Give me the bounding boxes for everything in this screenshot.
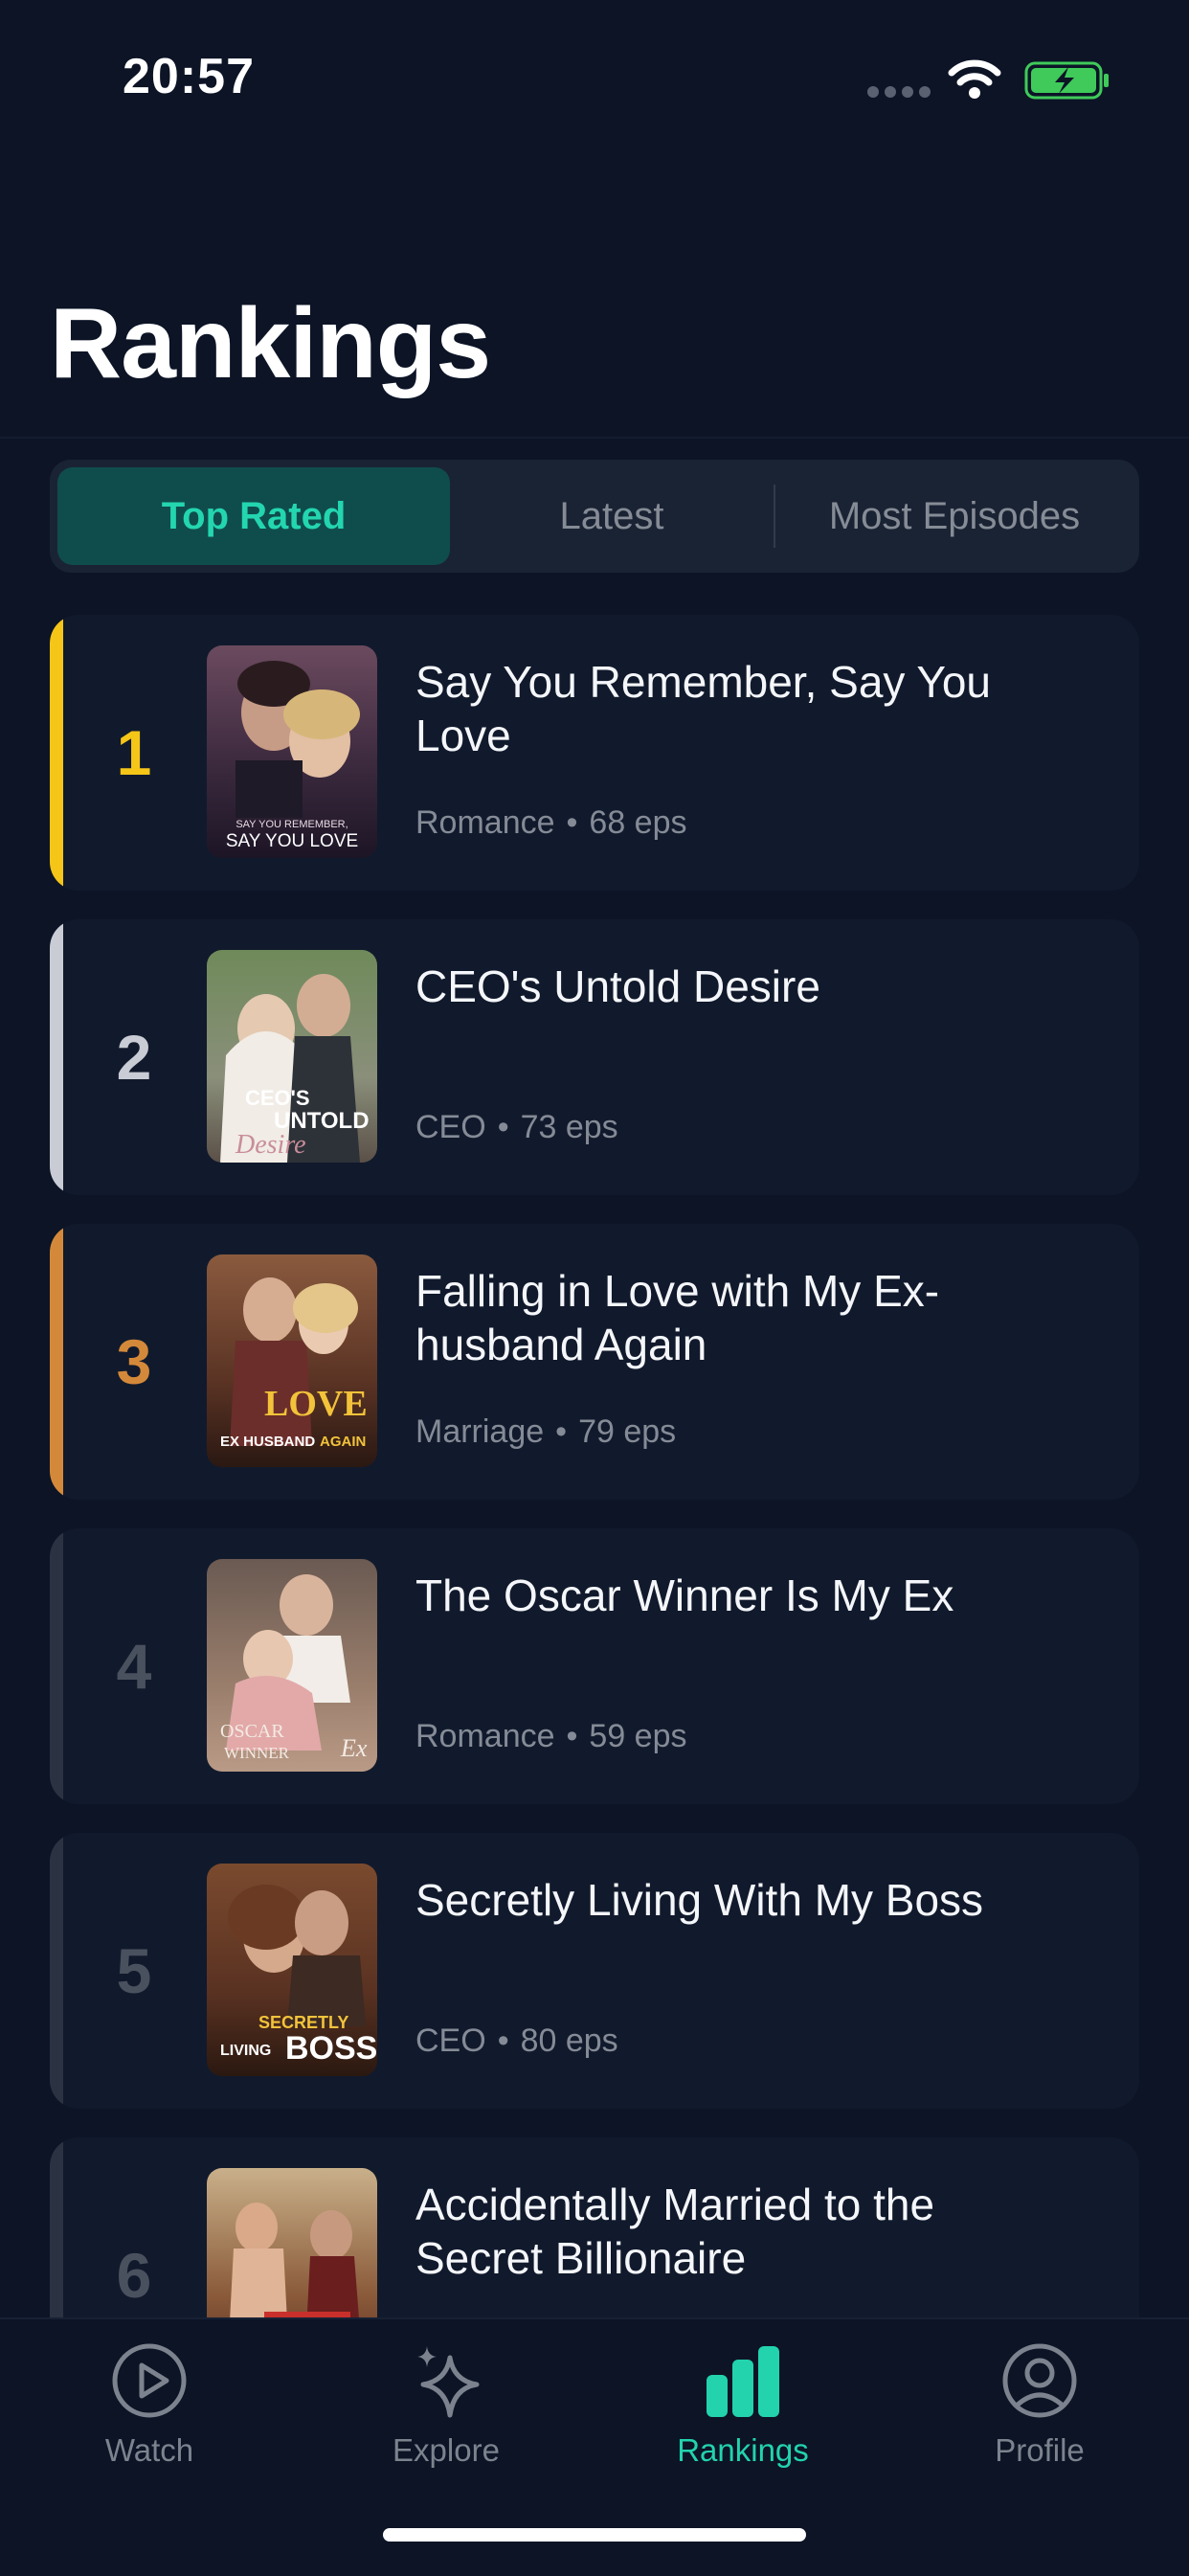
poster-thumbnail: OSCAR WINNER Ex [207,1559,377,1772]
battery-charging-icon [1024,61,1109,100]
poster-thumbnail: CEO'S UNTOLD Desire [207,950,377,1163]
drama-title: Falling in Love with My Ex-husband Again [415,1266,940,1369]
rank-accent-bar [50,615,63,891]
nav-label: Explore [393,2432,500,2468]
ranking-filter-tabs: Top Rated Latest Most Episodes [50,460,1139,573]
svg-text:Ex: Ex [340,1734,368,1762]
svg-text:BOSS: BOSS [285,2030,377,2067]
svg-text:EX HUSBAND: EX HUSBAND [220,1434,315,1450]
drama-meta: Marriage • 79 eps [415,1413,676,1451]
drama-meta: CEO • 73 eps [415,1109,618,1146]
svg-text:LIVING: LIVING [220,2043,271,2059]
episode-count: 59 eps [589,1718,687,1754]
poster-thumbnail: LOVE EX HUSBAND AGAIN [207,1254,377,1467]
cellular-signal-icon [867,86,931,98]
svg-text:LOVE: LOVE [264,1384,368,1424]
rank-number: 1 [116,717,152,788]
genre-label: CEO [415,2022,486,2059]
genre-label: Romance [415,1718,555,1754]
drama-meta: Romance • 68 eps [415,804,687,842]
nav-label: Profile [995,2432,1085,2468]
wifi-icon [948,59,1001,99]
rank-accent-bar [50,1833,63,2109]
nav-rankings[interactable]: Rankings [638,2339,848,2482]
meta-separator: • [566,1718,578,1754]
drama-meta: Romance • 59 eps [415,1718,687,1755]
ranking-row-5[interactable]: 5 SECRETLY LIVING BOSS Secretly Living W… [50,1833,1139,2109]
episode-count: 73 eps [520,1109,618,1145]
episode-count: 79 eps [578,1413,677,1450]
profile-icon [1002,2343,1077,2418]
svg-text:SAY YOU REMEMBER,: SAY YOU REMEMBER, [236,819,348,830]
status-time: 20:57 [123,49,255,104]
episode-count: 80 eps [520,2022,618,2059]
rank-number: 2 [116,1022,152,1093]
rank-accent-bar [50,919,63,1195]
meta-separator: • [497,1109,509,1145]
home-indicator[interactable] [383,2528,806,2542]
genre-label: Romance [415,804,555,841]
svg-text:SAY YOU LOVE: SAY YOU LOVE [226,831,358,851]
rank-number: 5 [116,1935,152,2006]
svg-text:OSCAR: OSCAR [220,1721,284,1742]
nav-profile[interactable]: Profile [934,2339,1145,2482]
tab-divider [774,485,775,548]
tab-most-episodes[interactable]: Most Episodes [777,467,1132,565]
genre-label: CEO [415,1109,486,1145]
episode-count: 68 eps [589,804,687,841]
meta-separator: • [566,804,578,841]
title-divider [0,437,1189,439]
ranking-row-4[interactable]: 4 OSCAR WINNER Ex The Oscar Winner Is My… [50,1528,1139,1804]
drama-title: The Oscar Winner Is My Ex [415,1570,954,1620]
tab-top-rated[interactable]: Top Rated [57,467,450,565]
meta-separator: • [555,1413,568,1450]
ranking-row-3[interactable]: 3 LOVE EX HUSBAND AGAIN Falling in Love … [50,1224,1139,1500]
nav-watch[interactable]: Watch [44,2339,255,2482]
drama-title: Say You Remember, Say You Love [415,657,991,760]
page-title: Rankings [50,288,491,399]
rank-number: 4 [116,1631,152,1702]
status-bar: 20:57 [0,0,1189,153]
drama-meta: CEO • 80 eps [415,2022,618,2060]
rank-accent-bar [50,1528,63,1804]
poster-thumbnail: SAY YOU REMEMBER, SAY YOU LOVE [207,645,377,858]
ranking-row-1[interactable]: 1 SAY YOU REMEMBER, SAY YOU LOVE Say You… [50,615,1139,891]
rank-accent-bar [50,1224,63,1500]
svg-text:AGAIN: AGAIN [320,1434,366,1450]
poster-thumbnail: SECRET [207,2168,377,2317]
drama-title: Accidentally Married to the Secret Billi… [415,2180,935,2283]
rank-number: 3 [116,1326,152,1397]
nav-explore[interactable]: Explore [341,2339,551,2482]
bar-chart-icon [707,2346,779,2417]
svg-text:SECRETLY: SECRETLY [258,2013,348,2032]
ranking-row-6[interactable]: 6 SECRET Accidentally Married to the Sec… [50,2137,1139,2317]
genre-label: Marriage [415,1413,545,1450]
rank-number: 6 [116,2240,152,2311]
drama-title: CEO's Untold Desire [415,961,820,1011]
ranking-row-2[interactable]: 2 CEO'S UNTOLD Desire CEO's Untold Desir… [50,919,1139,1195]
meta-separator: • [497,2022,509,2059]
nav-label: Watch [104,2432,194,2468]
svg-text:Desire: Desire [235,1130,306,1160]
play-circle-icon [112,2343,187,2418]
svg-text:CEO'S: CEO'S [245,1086,310,1110]
tab-latest[interactable]: Latest [452,467,772,565]
rankings-list: 1 SAY YOU REMEMBER, SAY YOU LOVE Say You… [50,615,1139,2317]
svg-text:WINNER: WINNER [224,1744,290,1762]
nav-label: Rankings [677,2432,809,2468]
drama-title: Secretly Living With My Boss [415,1875,984,1925]
rank-accent-bar [50,2137,63,2317]
poster-thumbnail: SECRETLY LIVING BOSS [207,1864,377,2076]
sparkle-icon [417,2346,480,2418]
